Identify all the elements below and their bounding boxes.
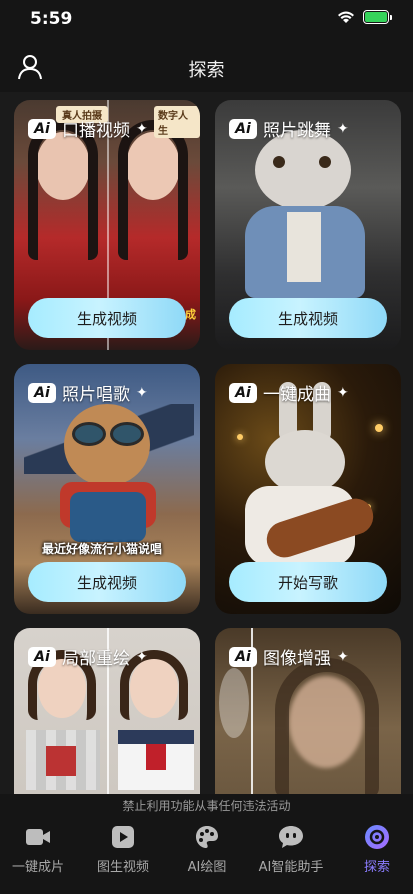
ai-badge-icon: Ai [229, 382, 257, 403]
sparkle-icon: ✦ [136, 648, 148, 665]
bottom-tab-bar: 一键成片 图生视频 AI绘图 AI智能助手 探索 [0, 818, 413, 894]
ai-badge-icon: Ai [28, 118, 56, 139]
page-title: 探索 [188, 60, 225, 81]
status-bar: 5:59 [0, 0, 413, 40]
sparkle-icon: ✦ [136, 120, 148, 137]
generate-video-button[interactable]: 生成视频 [28, 562, 186, 602]
card-talking-video[interactable]: 真人拍摄 数字人生 生成 Ai 口播视频 ✦ 生成视频 [14, 100, 200, 350]
generate-video-button[interactable]: 生成视频 [28, 298, 186, 338]
tab-explore[interactable]: 探索 [336, 824, 413, 875]
palette-icon [196, 826, 218, 848]
explore-icon [365, 825, 389, 849]
tab-label: 一键成片 [11, 860, 64, 875]
card-one-click-song[interactable]: Ai 一键成曲 ✦ 开始写歌 [215, 364, 401, 614]
card-tag: Ai 口播视频 ✦ [28, 116, 148, 141]
card-photo-dance[interactable]: Ai 照片跳舞 ✦ 生成视频 [215, 100, 401, 350]
sparkle-icon: ✦ [136, 384, 148, 401]
card-tag: Ai 图像增强 ✦ [229, 644, 349, 669]
ai-badge-icon: Ai [28, 382, 56, 403]
generate-video-button[interactable]: 生成视频 [229, 298, 387, 338]
ai-badge-icon: Ai [229, 646, 257, 667]
video-camera-icon [26, 829, 50, 845]
legal-notice: 禁止利用功能从事任何违法活动 [0, 794, 413, 818]
status-time: 5:59 [30, 9, 73, 29]
tab-one-click-film[interactable]: 一键成片 [0, 824, 79, 875]
card-partial-repaint[interactable]: Ai 局部重绘 ✦ [14, 628, 200, 794]
ai-badge-icon: Ai [229, 118, 257, 139]
card-tag: Ai 一键成曲 ✦ [229, 380, 349, 405]
sparkle-icon: ✦ [337, 120, 349, 137]
feature-grid: 真人拍摄 数字人生 生成 Ai 口播视频 ✦ 生成视频 Ai 照片跳舞 ✦ 生成… [0, 92, 413, 794]
sparkle-icon: ✦ [337, 384, 349, 401]
tab-label: AI绘图 [187, 860, 227, 875]
tab-ai-assistant[interactable]: AI智能助手 [250, 824, 332, 875]
tab-label: AI智能助手 [258, 860, 324, 875]
ai-badge-icon: Ai [28, 646, 56, 667]
tab-image-to-video[interactable]: 图生视频 [82, 824, 164, 875]
tab-label: 探索 [363, 860, 390, 875]
top-header: 探索 [0, 44, 413, 92]
card-title: 一键成曲 [263, 385, 331, 405]
wifi-icon [338, 11, 354, 23]
status-icons [337, 10, 392, 24]
card-image-enhance[interactable]: Ai 图像增强 ✦ [215, 628, 401, 794]
play-video-icon [112, 826, 134, 848]
card-title: 局部重绘 [62, 649, 130, 669]
chat-bubble-icon [279, 826, 303, 848]
overlay-digital-human: 数字人生 [154, 106, 200, 138]
tab-ai-drawing[interactable]: AI绘图 [166, 824, 248, 875]
card-title: 图像增强 [263, 649, 331, 669]
card-tag: Ai 照片跳舞 ✦ [229, 116, 349, 141]
tab-label: 图生视频 [96, 860, 149, 875]
card-title: 照片跳舞 [263, 121, 331, 141]
card-photo-sing[interactable]: 最近好像流行小猫说唱 Ai 照片唱歌 ✦ 生成视频 [14, 364, 200, 614]
card-tag: Ai 照片唱歌 ✦ [28, 380, 148, 405]
card-title: 口播视频 [62, 121, 130, 141]
battery-icon [363, 10, 392, 24]
sparkle-icon: ✦ [337, 648, 349, 665]
card-tag: Ai 局部重绘 ✦ [28, 644, 148, 669]
card-title: 照片唱歌 [62, 385, 130, 405]
caption-text: 最近好像流行小猫说唱 [42, 542, 163, 556]
start-writing-song-button[interactable]: 开始写歌 [229, 562, 387, 602]
